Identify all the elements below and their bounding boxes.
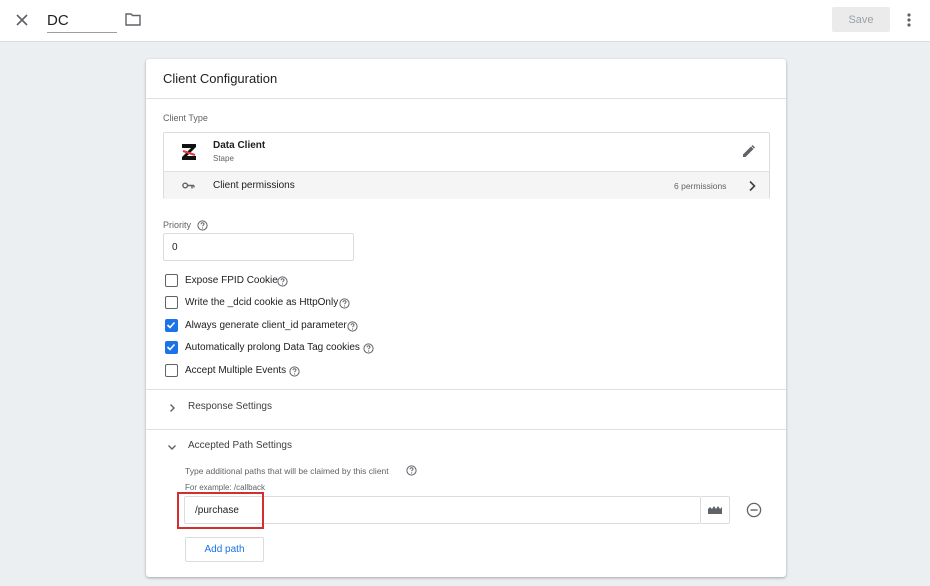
checkbox-label: Automatically prolong Data Tag cookies (185, 342, 360, 353)
checkbox-unchecked[interactable] (165, 296, 178, 309)
checkbox-checked[interactable] (165, 341, 178, 354)
response-settings-header[interactable]: Response Settings (146, 389, 786, 427)
checkbox-accept-multiple-events[interactable]: Accept Multiple Events (165, 364, 565, 378)
more-vert-icon[interactable] (902, 11, 916, 29)
remove-circle-icon[interactable] (746, 502, 762, 518)
checkbox-label: Always generate client_id parameter (185, 320, 347, 331)
checkbox-label: Write the _dcid cookie as HttpOnly (185, 297, 339, 308)
help-icon[interactable] (289, 366, 300, 377)
checkbox-label: Expose FPID Cookie (185, 275, 278, 286)
help-icon[interactable] (197, 220, 208, 231)
variable-icon (708, 506, 722, 514)
client-type-label: Client Type (163, 113, 208, 123)
client-vendor: Stape (213, 154, 234, 163)
help-icon[interactable] (406, 465, 417, 476)
accepted-path-description: Type additional paths that will be claim… (185, 466, 389, 476)
client-type-row: Data Client Stape (164, 133, 769, 171)
accepted-path-example: For example: /callback (185, 483, 266, 492)
check-icon (166, 343, 176, 351)
card-divider (146, 98, 786, 99)
path-input[interactable] (184, 496, 701, 524)
stape-logo-icon (182, 144, 196, 160)
checkbox-unchecked[interactable] (165, 364, 178, 377)
edit-icon[interactable] (741, 144, 756, 159)
client-name: Data Client (213, 140, 266, 151)
permissions-count: 6 permissions (674, 181, 727, 191)
help-icon[interactable] (347, 321, 358, 332)
folder-icon[interactable] (125, 12, 141, 26)
key-icon (182, 182, 195, 189)
add-path-button[interactable]: Add path (185, 537, 264, 562)
container-name-input[interactable] (47, 8, 117, 33)
client-permissions-row[interactable]: Client permissions 6 permissions (164, 171, 769, 199)
save-button[interactable]: Save (832, 7, 890, 32)
close-icon[interactable] (13, 11, 31, 29)
client-configuration-card: Client Configuration Client Type Data Cl… (146, 59, 786, 577)
accepted-path-settings-header[interactable]: Accepted Path Settings (146, 428, 786, 466)
checkbox-prolong-data-tag-cookies[interactable]: Automatically prolong Data Tag cookies (165, 341, 565, 355)
response-settings-title: Response Settings (188, 401, 272, 412)
variable-picker-button[interactable] (701, 496, 730, 524)
chevron-right-icon (749, 180, 756, 192)
card-title: Client Configuration (163, 71, 278, 86)
priority-label: Priority (163, 220, 192, 230)
priority-input[interactable] (163, 233, 354, 261)
chevron-right-icon (170, 404, 175, 412)
client-type-box: Data Client Stape Client permissions 6 p… (163, 132, 770, 199)
checkbox-unchecked[interactable] (165, 274, 178, 287)
checkbox-always-generate-client-id[interactable]: Always generate client_id parameter (165, 319, 565, 333)
checkbox-expose-fpid-cookie[interactable]: Expose FPID Cookie (165, 274, 565, 288)
checkbox-label: Accept Multiple Events (185, 365, 287, 376)
check-icon (166, 321, 176, 329)
help-icon[interactable] (339, 298, 350, 309)
client-permissions-label: Client permissions (213, 180, 295, 191)
checkbox-write-dcid-httponly[interactable]: Write the _dcid cookie as HttpOnly (165, 296, 565, 310)
chevron-down-icon (168, 445, 176, 450)
checkbox-checked[interactable] (165, 319, 178, 332)
help-icon[interactable] (363, 343, 374, 354)
top-bar: Save (0, 0, 930, 42)
accepted-path-settings-title: Accepted Path Settings (188, 440, 292, 451)
help-icon[interactable] (277, 276, 288, 287)
